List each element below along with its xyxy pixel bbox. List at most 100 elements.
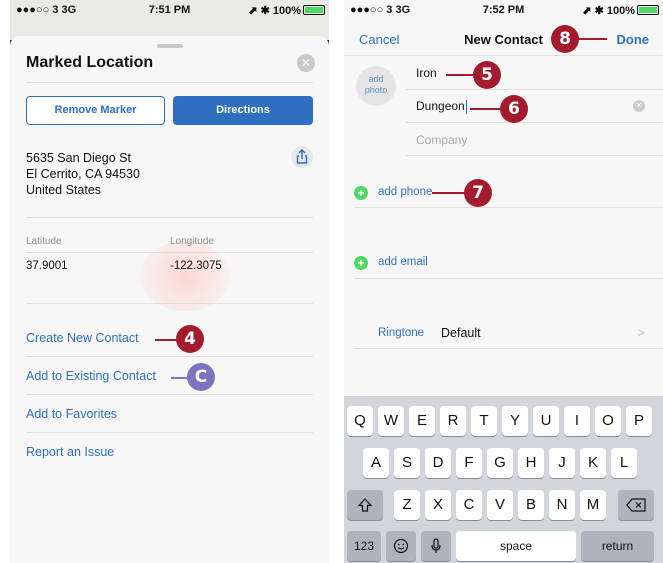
divider <box>344 55 663 56</box>
add-email-button[interactable]: add email <box>378 256 428 268</box>
key-u[interactable]: U <box>533 406 559 436</box>
last-name-field[interactable]: Dungeon <box>416 99 467 114</box>
longitude-value: -122.3075 <box>170 260 222 272</box>
callout-7-badge: 7 <box>464 179 492 207</box>
dictation-key[interactable] <box>421 531 451 561</box>
divider <box>354 278 663 279</box>
divider <box>354 207 663 208</box>
microphone-icon <box>431 538 441 553</box>
new-contact-form: ●●●○○ 3 3G 7:52 PM ⬈ ✱ 100% Cancel New C… <box>344 0 663 396</box>
battery-icon <box>303 5 325 15</box>
close-icon[interactable]: ✕ <box>297 54 315 72</box>
divider <box>26 252 313 253</box>
create-new-contact-link[interactable]: Create New Contact <box>26 331 139 345</box>
divider <box>26 394 313 395</box>
add-photo-button[interactable]: add photo <box>356 66 396 106</box>
key-b[interactable]: B <box>518 490 544 520</box>
callout-6-pointer <box>470 108 502 110</box>
key-y[interactable]: Y <box>502 406 528 436</box>
divider <box>354 348 663 349</box>
key-p[interactable]: P <box>626 406 652 436</box>
divider <box>26 356 313 357</box>
space-key[interactable]: space <box>456 531 576 561</box>
battery-percent: ⬈ ✱ 100% <box>582 5 635 17</box>
battery-icon <box>637 5 659 15</box>
callout-8-badge: 8 <box>551 25 579 53</box>
remove-marker-button[interactable]: Remove Marker <box>26 96 165 125</box>
key-v[interactable]: V <box>487 490 513 520</box>
ringtone-value[interactable]: Default <box>441 326 481 340</box>
callout-5-badge: 5 <box>473 61 501 89</box>
directions-button[interactable]: Directions <box>173 96 313 125</box>
key-t[interactable]: T <box>471 406 497 436</box>
key-g[interactable]: G <box>487 448 513 478</box>
divider <box>26 82 313 83</box>
chevron-right-icon[interactable]: > <box>637 325 645 340</box>
key-c[interactable]: C <box>456 490 482 520</box>
report-an-issue-link[interactable]: Report an Issue <box>26 445 114 459</box>
latitude-label: Latitude <box>26 236 62 247</box>
page-title: New Contact <box>464 32 543 47</box>
latitude-value: 37.9001 <box>26 260 68 272</box>
divider <box>406 89 663 90</box>
key-h[interactable]: H <box>518 448 544 478</box>
text-cursor <box>465 99 467 114</box>
company-field[interactable]: Company <box>416 133 467 147</box>
divider <box>26 217 313 218</box>
shift-key[interactable] <box>347 490 383 520</box>
callout-c-badge: C <box>187 363 215 391</box>
key-o[interactable]: O <box>595 406 621 436</box>
key-m[interactable]: M <box>580 490 606 520</box>
callout-4-badge: 4 <box>176 325 204 353</box>
emoji-key[interactable] <box>386 531 416 561</box>
key-d[interactable]: D <box>425 448 451 478</box>
first-name-field[interactable]: Iron <box>416 66 437 80</box>
keyboard: Q W E R T Y U I O P A S D F G H J K L Z … <box>344 396 663 563</box>
address-block: 5635 San Diego St El Cerrito, CA 94530 U… <box>26 150 140 198</box>
last-name-value: Dungeon <box>416 99 465 113</box>
key-k[interactable]: K <box>580 448 606 478</box>
numbers-key[interactable]: 123 <box>347 531 381 561</box>
key-r[interactable]: R <box>440 406 466 436</box>
delete-key[interactable] <box>618 490 654 520</box>
address-line-1: 5635 San Diego St <box>26 151 131 165</box>
key-f[interactable]: F <box>456 448 482 478</box>
battery-percent: ⬈ ✱ 100% <box>248 5 301 17</box>
key-w[interactable]: W <box>378 406 404 436</box>
key-e[interactable]: E <box>409 406 435 436</box>
clear-text-icon[interactable]: ✕ <box>633 100 645 112</box>
key-z[interactable]: Z <box>394 490 420 520</box>
ringtone-label[interactable]: Ringtone <box>378 327 424 339</box>
add-phone-icon[interactable]: + <box>354 186 368 200</box>
add-to-favorites-link[interactable]: Add to Favorites <box>26 407 117 421</box>
add-to-existing-contact-link[interactable]: Add to Existing Contact <box>26 369 156 383</box>
callout-7-pointer <box>432 192 466 194</box>
key-j[interactable]: J <box>549 448 575 478</box>
sheet-grabber[interactable] <box>157 44 183 48</box>
share-icon[interactable] <box>291 146 313 168</box>
divider <box>406 122 663 123</box>
card-title: Marked Location <box>26 54 154 71</box>
status-bar: ●●●○○ 3 3G 7:51 PM ⬈ ✱ 100% <box>10 0 329 20</box>
divider <box>26 432 313 433</box>
add-email-icon[interactable]: + <box>354 256 368 270</box>
key-s[interactable]: S <box>394 448 420 478</box>
callout-5-pointer <box>446 74 476 76</box>
return-key[interactable]: return <box>581 531 654 561</box>
divider <box>26 303 313 304</box>
address-line-2: El Cerrito, CA 94530 <box>26 167 140 181</box>
key-a[interactable]: A <box>363 448 389 478</box>
status-bar: ●●●○○ 3 3G 7:52 PM ⬈ ✱ 100% <box>344 0 663 20</box>
key-x[interactable]: X <box>425 490 451 520</box>
key-l[interactable]: L <box>611 448 637 478</box>
done-button[interactable]: Done <box>617 32 650 47</box>
right-phone-screen: ●●●○○ 3 3G 7:52 PM ⬈ ✱ 100% Cancel New C… <box>344 0 663 563</box>
key-q[interactable]: Q <box>347 406 373 436</box>
divider <box>406 155 663 156</box>
key-i[interactable]: I <box>564 406 590 436</box>
add-phone-button[interactable]: add phone <box>378 186 432 198</box>
address-line-3: United States <box>26 183 102 197</box>
backspace-icon <box>626 498 646 512</box>
emoji-icon <box>393 538 409 554</box>
key-n[interactable]: N <box>549 490 575 520</box>
